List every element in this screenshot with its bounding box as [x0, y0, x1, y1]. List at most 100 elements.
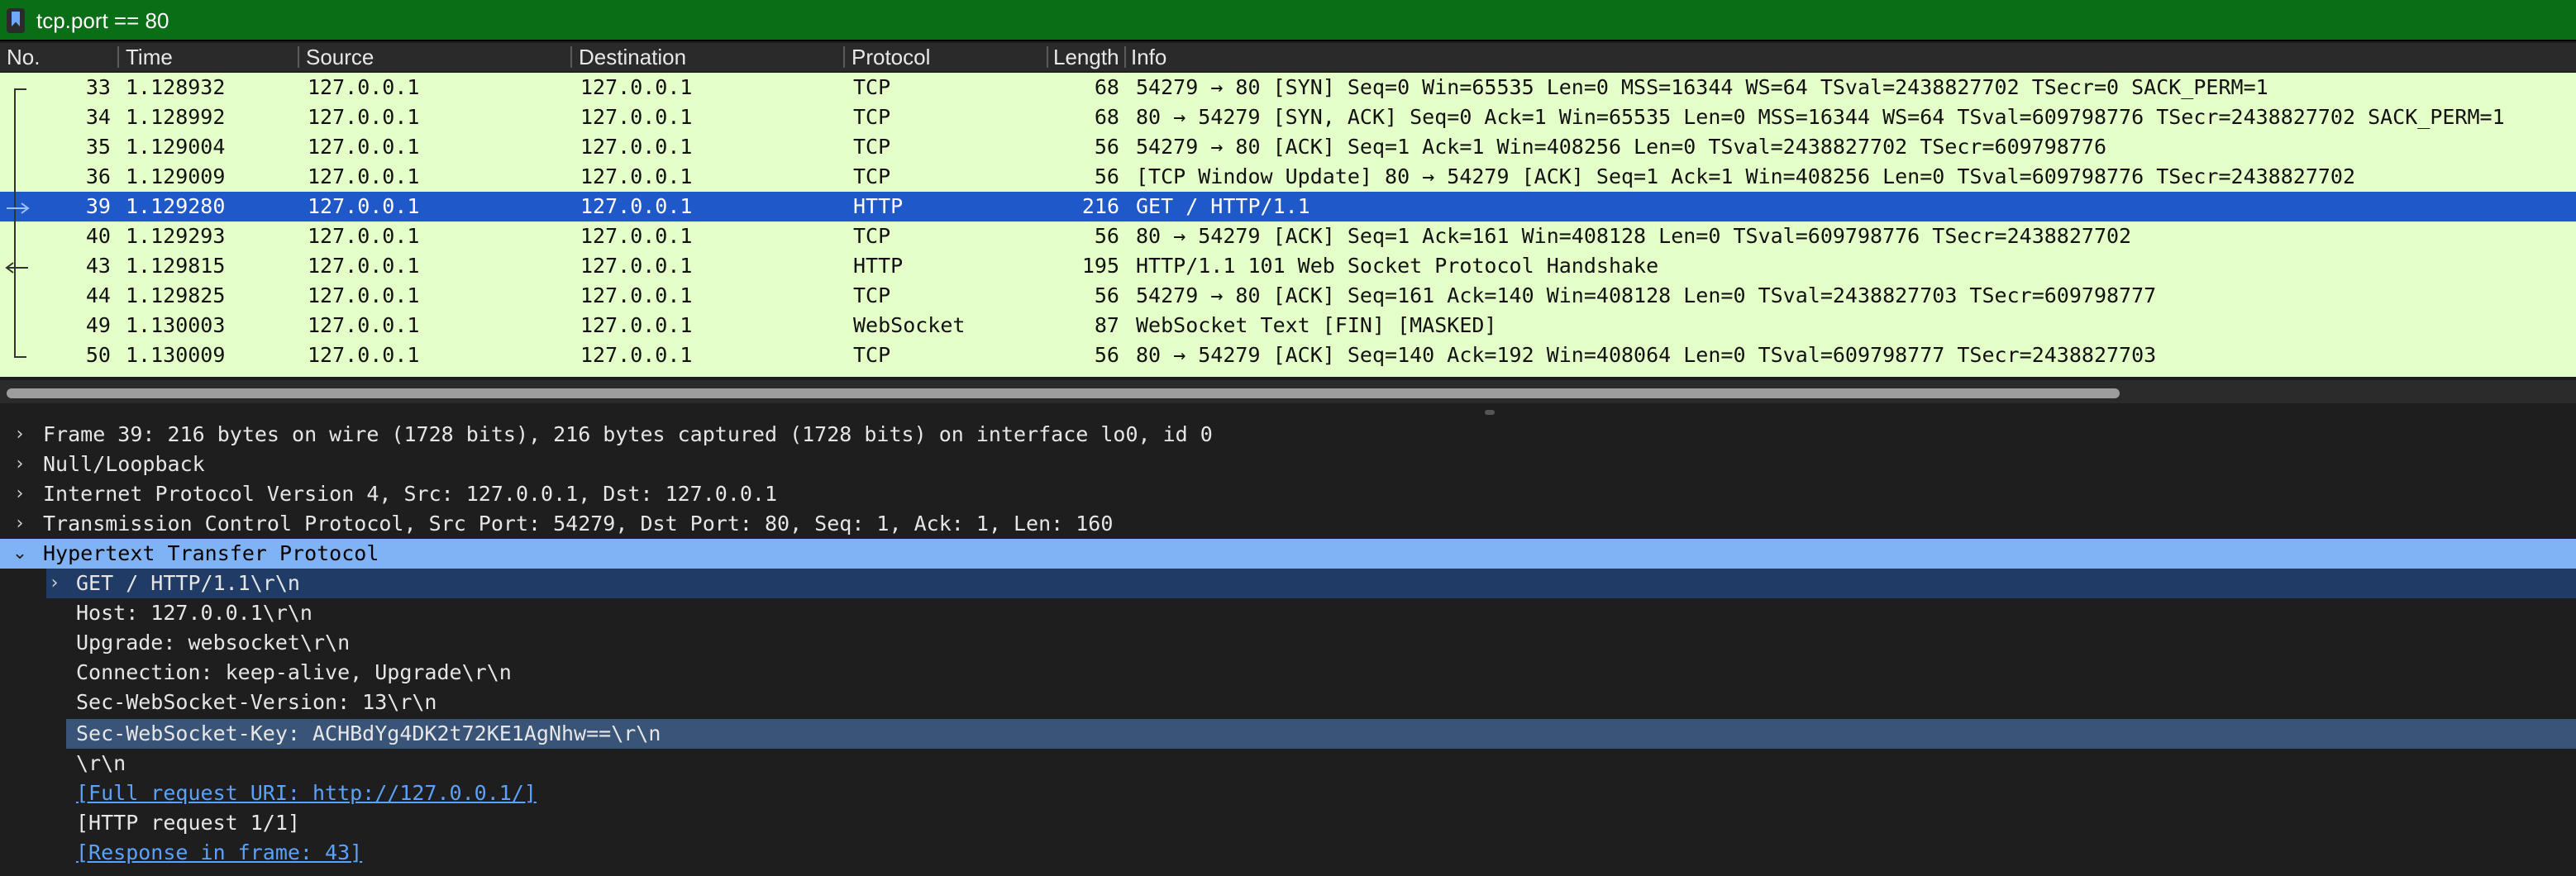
column-divider[interactable]: [843, 46, 845, 68]
column-divider[interactable]: [1124, 46, 1126, 68]
packet-row[interactable]: 35 1.129004 127.0.0.1 127.0.0.1 TCP 56 54279 →…: [0, 132, 2576, 162]
packet-row[interactable]: 34 1.128992 127.0.0.1 127.0.0.1 TCP 68 80 → 54…: [0, 102, 2576, 132]
tree-item-tcp[interactable]: › Transmission Control Protocol, Src Por…: [0, 509, 2576, 539]
packet-cell-info: 80 → 54279 [ACK] Seq=140 Ack=192 Win=408…: [1136, 342, 2157, 367]
column-header-info[interactable]: Info: [1131, 45, 2454, 71]
chevron-down-icon[interactable]: ⌄: [10, 539, 30, 569]
full-request-uri-link[interactable]: [Full request URI: http://127.0.0.1/]: [76, 778, 537, 808]
packet-cell-protocol: TCP: [853, 283, 891, 307]
column-header-destination[interactable]: Destination: [579, 45, 835, 71]
tree-item-label: [HTTP request 1/1]: [76, 810, 300, 835]
pane-splitter[interactable]: [0, 407, 2576, 417]
packet-cell-no: 49: [85, 312, 111, 337]
tree-item-full-uri[interactable]: [Full request URI: http://127.0.0.1/]: [0, 778, 2576, 808]
tree-item-label: Frame 39: 216 bytes on wire (1728 bits),…: [43, 421, 1213, 446]
scrollbar-thumb[interactable]: [7, 388, 2120, 398]
column-divider[interactable]: [298, 46, 299, 68]
tree-item-request-count[interactable]: [HTTP request 1/1]: [0, 808, 2576, 838]
tree-item-crlf[interactable]: \r\n: [0, 749, 2576, 778]
packet-row[interactable]: 36 1.129009 127.0.0.1 127.0.0.1 TCP 56 [TCP Wi…: [0, 162, 2576, 192]
display-filter-input[interactable]: [36, 5, 2566, 35]
packet-cell-no: 40: [85, 223, 111, 248]
packet-row[interactable]: 39 1.129280 127.0.0.1 127.0.0.1 HTTP 216 GET /…: [0, 192, 2576, 221]
column-header-time[interactable]: Time: [126, 45, 291, 71]
packet-cell-destination: 127.0.0.1: [580, 223, 693, 248]
packet-cell-protocol: HTTP: [853, 193, 904, 218]
tree-item-frame[interactable]: › Frame 39: 216 bytes on wire (1728 bits…: [0, 420, 2576, 450]
packet-cell-protocol: TCP: [853, 223, 891, 248]
packet-cell-length: 56: [1094, 164, 1119, 188]
splitter-handle[interactable]: [1485, 410, 1495, 415]
column-divider[interactable]: [117, 46, 119, 68]
tree-item-ws-version[interactable]: Sec-WebSocket-Version: 13\r\n: [0, 688, 2576, 717]
packet-cell-destination: 127.0.0.1: [580, 134, 693, 159]
column-header-protocol[interactable]: Protocol: [852, 45, 1042, 71]
packet-cell-source: 127.0.0.1: [308, 283, 420, 307]
tree-item-host[interactable]: Host: 127.0.0.1\r\n: [0, 598, 2576, 628]
tree-item-request-line[interactable]: › GET / HTTP/1.1\r\n: [0, 569, 2576, 598]
packet-cell-time: 1.128932: [126, 74, 226, 99]
chevron-right-icon[interactable]: ›: [10, 479, 30, 509]
packet-cell-source: 127.0.0.1: [308, 223, 420, 248]
packet-cell-destination: 127.0.0.1: [580, 253, 693, 278]
packet-cell-no: 35: [85, 134, 111, 159]
packet-cell-source: 127.0.0.1: [308, 253, 420, 278]
packet-cell-no: 44: [85, 283, 111, 307]
packet-row[interactable]: 33 1.128932 127.0.0.1 127.0.0.1 TCP 68 54279 →…: [0, 73, 2576, 102]
packet-cell-protocol: HTTP: [853, 253, 904, 278]
tree-item-loopback[interactable]: › Null/Loopback: [0, 450, 2576, 479]
packet-cell-time: 1.129293: [126, 223, 226, 248]
packet-row[interactable]: 50 1.130009 127.0.0.1 127.0.0.1 TCP 56 80 → 54…: [0, 340, 2576, 370]
column-divider[interactable]: [570, 46, 572, 68]
packet-cell-info: HTTP/1.1 101 Web Socket Protocol Handsha…: [1136, 253, 1659, 278]
packet-cell-destination: 127.0.0.1: [580, 342, 693, 367]
packet-cell-source: 127.0.0.1: [308, 104, 420, 129]
tree-item-response-in[interactable]: [Response in frame: 43]: [0, 838, 2576, 868]
chevron-right-icon[interactable]: ›: [10, 420, 30, 450]
packet-row[interactable]: 49 1.130003 127.0.0.1 127.0.0.1 WebSocket 87 W…: [0, 311, 2576, 340]
packet-cell-length: 68: [1094, 104, 1119, 129]
column-header-source[interactable]: Source: [306, 45, 562, 71]
chevron-right-icon[interactable]: ›: [10, 509, 30, 539]
packet-cell-time: 1.129280: [126, 193, 226, 218]
tree-item-http[interactable]: ⌄ Hypertext Transfer Protocol: [0, 539, 2576, 569]
packet-cell-info: GET / HTTP/1.1: [1136, 193, 1310, 218]
tree-item-ip[interactable]: › Internet Protocol Version 4, Src: 127.…: [0, 479, 2576, 509]
column-divider[interactable]: [1047, 46, 1048, 68]
packet-cell-source: 127.0.0.1: [308, 164, 420, 188]
response-in-frame-link[interactable]: [Response in frame: 43]: [76, 838, 362, 868]
tree-item-label: Upgrade: websocket\r\n: [76, 630, 351, 655]
packet-cell-length: 68: [1094, 74, 1119, 99]
tree-item-label: \r\n: [76, 750, 126, 775]
packet-details-pane: › Frame 39: 216 bytes on wire (1728 bits…: [0, 418, 2576, 876]
packet-cell-length: 56: [1094, 134, 1119, 159]
packet-cell-no: 50: [85, 342, 111, 367]
packet-cell-info: WebSocket Text [FIN] [MASKED]: [1136, 312, 1497, 337]
bookmark-icon[interactable]: [7, 8, 25, 33]
packet-cell-info: 54279 → 80 [SYN] Seq=0 Win=65535 Len=0 M…: [1136, 74, 2268, 99]
packet-cell-info: 54279 → 80 [ACK] Seq=161 Ack=140 Win=408…: [1136, 283, 2157, 307]
packet-cell-destination: 127.0.0.1: [580, 74, 693, 99]
chevron-right-icon[interactable]: ›: [45, 569, 64, 598]
chevron-right-icon[interactable]: ›: [10, 450, 30, 479]
tree-item-connection[interactable]: Connection: keep-alive, Upgrade\r\n: [0, 658, 2576, 688]
packet-row[interactable]: 40 1.129293 127.0.0.1 127.0.0.1 TCP 56 80 → 54…: [0, 221, 2576, 251]
packet-list-scrollbar[interactable]: [0, 380, 2576, 403]
packet-cell-no: 39: [85, 193, 111, 218]
packet-cell-time: 1.129815: [126, 253, 226, 278]
tree-item-upgrade[interactable]: Upgrade: websocket\r\n: [0, 628, 2576, 658]
packet-row[interactable]: 44 1.129825 127.0.0.1 127.0.0.1 TCP 56 54279 →…: [0, 281, 2576, 311]
packet-cell-source: 127.0.0.1: [308, 312, 420, 337]
tree-item-ws-key[interactable]: Sec-WebSocket-Key: ACHBdYg4DK2t72KE1AgNh…: [0, 719, 2576, 749]
packet-list[interactable]: 33 1.128932 127.0.0.1 127.0.0.1 TCP 68 54279 →…: [0, 73, 2576, 377]
packet-row[interactable]: 43 1.129815 127.0.0.1 127.0.0.1 HTTP 195 HTTP/…: [0, 251, 2576, 281]
packet-cell-protocol: TCP: [853, 74, 891, 99]
packet-cell-time: 1.128992: [126, 104, 226, 129]
column-header-no[interactable]: No.: [7, 45, 106, 71]
packet-cell-length: 195: [1081, 253, 1119, 278]
packet-cell-no: 43: [85, 253, 111, 278]
column-header-length[interactable]: Length: [1053, 45, 1119, 71]
packet-cell-time: 1.130003: [126, 312, 226, 337]
packet-cell-length: 216: [1081, 193, 1119, 218]
packet-cell-time: 1.129004: [126, 134, 226, 159]
